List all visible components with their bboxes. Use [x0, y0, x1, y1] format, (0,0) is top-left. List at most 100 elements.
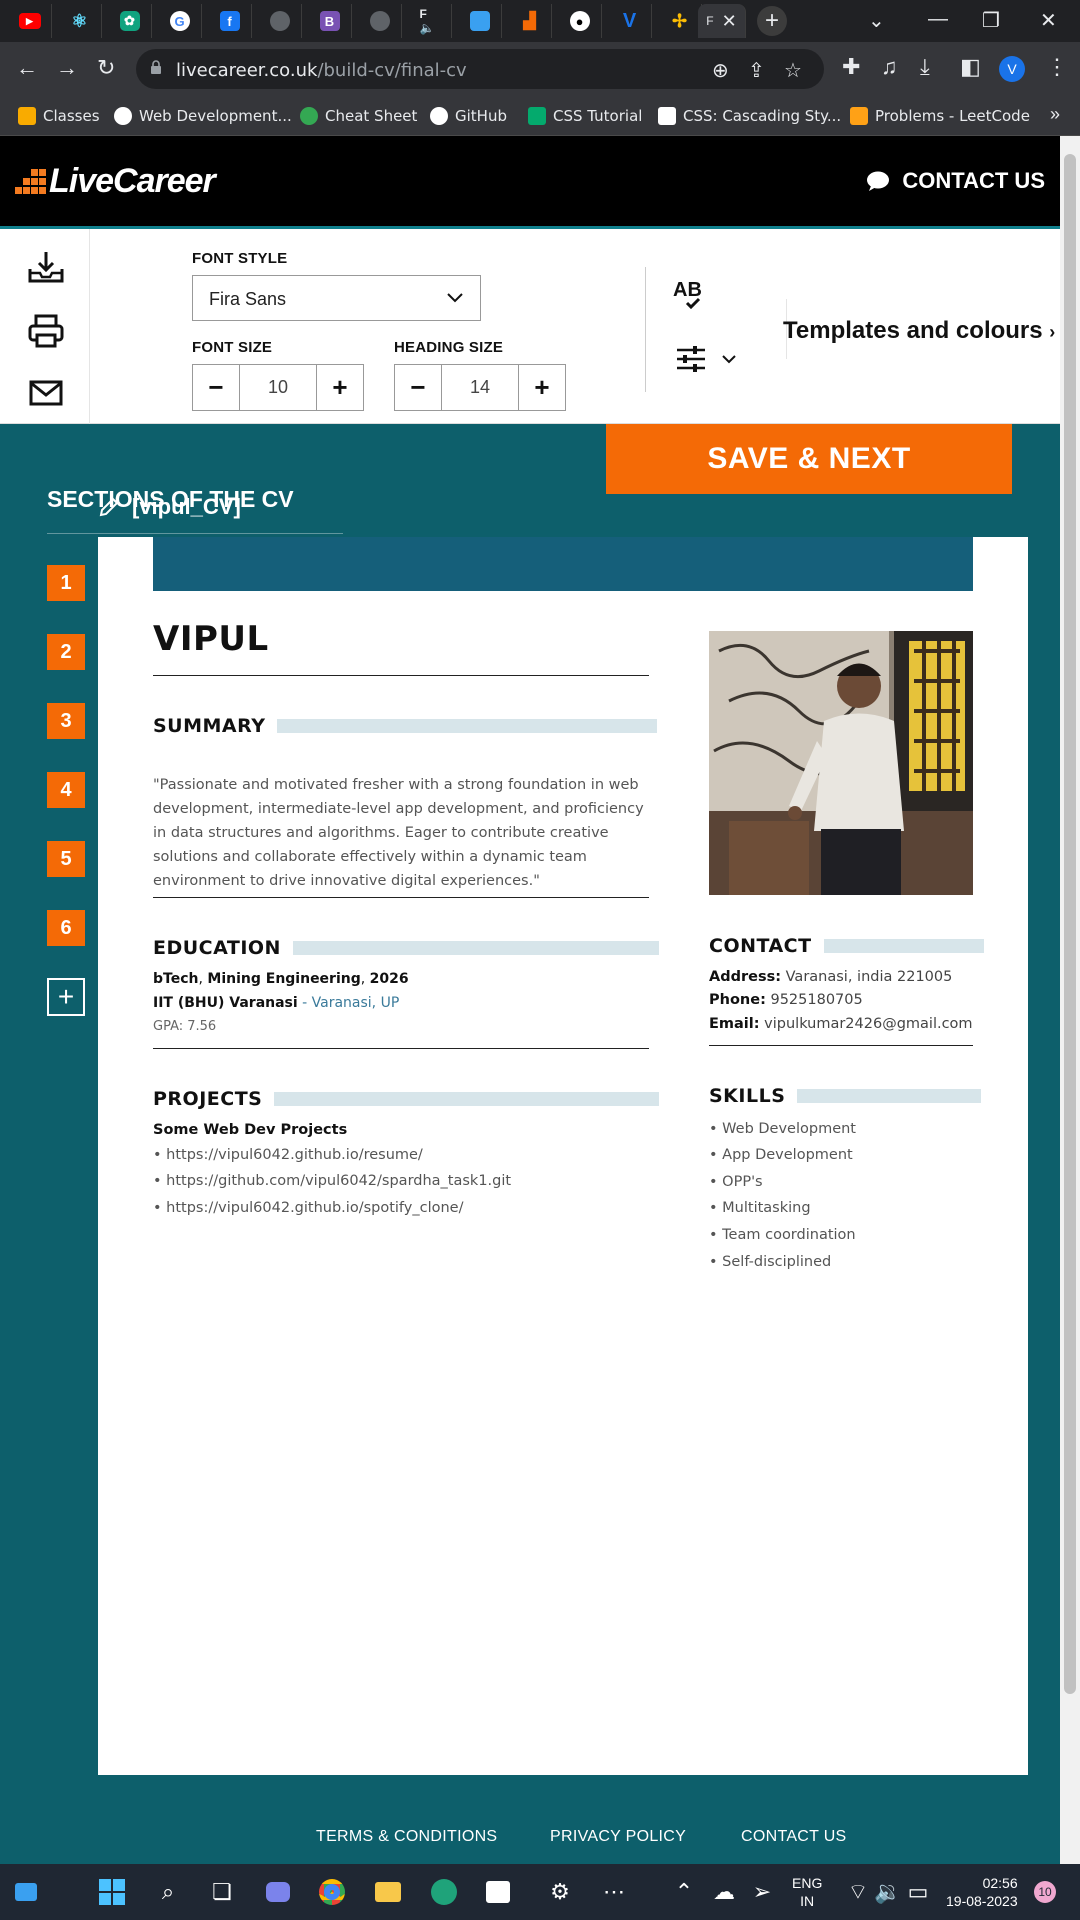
- font-size-decrease-button[interactable]: −: [193, 365, 239, 410]
- education-heading[interactable]: EDUCATION: [153, 937, 659, 959]
- notification-badge[interactable]: 10: [1034, 1881, 1056, 1903]
- contact-address[interactable]: Address: Varanasi, india 221005: [709, 969, 952, 985]
- reload-icon[interactable]: ↻: [97, 55, 115, 81]
- bookmark-star-icon[interactable]: ☆: [784, 58, 802, 83]
- forward-icon[interactable]: →: [56, 55, 78, 81]
- restore-icon[interactable]: ❐: [982, 8, 1000, 33]
- tab-globe-1[interactable]: [258, 4, 302, 38]
- widgets-icon[interactable]: [10, 1876, 42, 1908]
- profile-photo[interactable]: [709, 631, 973, 895]
- spellcheck-button[interactable]: AB: [673, 279, 702, 309]
- tab-chatgpt[interactable]: ✿: [108, 4, 152, 38]
- footer-terms-link[interactable]: TERMS & CONDITIONS: [316, 1828, 497, 1846]
- scrollbar-thumb[interactable]: [1064, 154, 1076, 1694]
- section-nav-2[interactable]: 2: [47, 634, 85, 670]
- tab-pinwheel[interactable]: ✢: [658, 4, 702, 38]
- education-institution[interactable]: IIT (BHU) Varanasi - Varanasi, UP: [153, 995, 399, 1011]
- download-tray-icon[interactable]: [26, 249, 66, 285]
- tab-v[interactable]: V: [608, 4, 652, 38]
- tab-facebook[interactable]: f: [208, 4, 252, 38]
- project-item[interactable]: • https://vipul6042.github.io/spotify_cl…: [153, 1200, 463, 1216]
- minimize-icon[interactable]: —: [928, 8, 948, 31]
- battery-icon[interactable]: ▭: [902, 1876, 934, 1908]
- share-icon[interactable]: ⇪: [748, 58, 765, 83]
- bookmark-css-tutorial[interactable]: CSS Tutorial: [528, 103, 642, 129]
- more-apps-icon[interactable]: ⋯: [598, 1876, 630, 1908]
- settings-gear-icon[interactable]: ⚙: [544, 1876, 576, 1908]
- section-nav-5[interactable]: 5: [47, 841, 85, 877]
- section-nav-1[interactable]: 1: [47, 565, 85, 601]
- add-section-button[interactable]: +: [47, 978, 85, 1016]
- save-and-next-button[interactable]: SAVE & NEXT: [606, 424, 1012, 494]
- profile-avatar[interactable]: V: [999, 56, 1025, 82]
- templates-and-colours-button[interactable]: Templates and colours ›: [783, 317, 1055, 345]
- close-window-icon[interactable]: ✕: [1040, 8, 1057, 33]
- email-icon[interactable]: [26, 375, 66, 411]
- zoom-icon[interactable]: ⊕: [712, 58, 729, 83]
- skill-item[interactable]: • Web Development: [709, 1121, 856, 1137]
- skill-item[interactable]: • Self-disciplined: [709, 1254, 831, 1270]
- summary-heading[interactable]: SUMMARY: [153, 715, 658, 737]
- edge-icon[interactable]: [428, 1876, 460, 1908]
- tab-search-chevron-icon[interactable]: ⌄: [868, 8, 885, 33]
- media-control-icon[interactable]: ♫: [881, 54, 898, 80]
- education-degree[interactable]: bTech, Mining Engineering, 2026: [153, 971, 409, 987]
- skill-item[interactable]: • OPP's: [709, 1174, 763, 1190]
- skill-item[interactable]: • App Development: [709, 1147, 853, 1163]
- cv-name[interactable]: VIPUL: [153, 619, 269, 659]
- font-style-select[interactable]: Fira Sans: [192, 275, 481, 321]
- bookmark-github[interactable]: GitHub: [430, 103, 507, 129]
- tab-bootstrap[interactable]: B: [308, 4, 352, 38]
- search-icon[interactable]: ⌕: [152, 1876, 184, 1908]
- tab-bars[interactable]: ▟: [508, 4, 552, 38]
- menu-kebab-icon[interactable]: ⋮: [1046, 54, 1068, 80]
- livecareer-logo[interactable]: LiveCareer: [15, 162, 216, 201]
- project-item[interactable]: • https://github.com/vipul6042/spardha_t…: [153, 1173, 511, 1189]
- extensions-icon[interactable]: ✚: [842, 54, 860, 80]
- onedrive-icon[interactable]: ☁: [708, 1876, 740, 1908]
- contact-phone[interactable]: Phone: 9525180705: [709, 992, 863, 1008]
- store-icon[interactable]: [482, 1876, 514, 1908]
- heading-size-value[interactable]: 14: [441, 365, 519, 410]
- new-tab-button[interactable]: +: [757, 6, 787, 36]
- heading-size-increase-button[interactable]: +: [519, 365, 565, 410]
- bookmark-classes[interactable]: Classes: [18, 103, 100, 129]
- footer-privacy-link[interactable]: PRIVACY POLICY: [550, 1828, 686, 1846]
- wifi-icon[interactable]: ⌔: [842, 1876, 874, 1908]
- close-tab-icon[interactable]: ✕: [722, 11, 737, 32]
- page-scrollbar[interactable]: [1060, 136, 1080, 1864]
- projects-heading[interactable]: PROJECTS: [153, 1088, 660, 1110]
- heading-size-decrease-button[interactable]: −: [395, 365, 441, 410]
- skills-heading[interactable]: SKILLS: [709, 1085, 982, 1107]
- bookmark-leetcode[interactable]: Problems - LeetCode: [850, 103, 1030, 129]
- bookmark-web-development[interactable]: Web Development...: [114, 103, 292, 129]
- education-gpa[interactable]: GPA: 7.56: [153, 1019, 216, 1034]
- tab-app[interactable]: [458, 4, 502, 38]
- start-icon[interactable]: [96, 1876, 128, 1908]
- teams-chat-icon[interactable]: [262, 1876, 294, 1908]
- section-nav-3[interactable]: 3: [47, 703, 85, 739]
- tab-active[interactable]: F ✕: [698, 4, 746, 38]
- cv-filename[interactable]: [vipul_CV]: [98, 494, 241, 520]
- skill-item[interactable]: • Team coordination: [709, 1227, 856, 1243]
- section-nav-4[interactable]: 4: [47, 772, 85, 808]
- project-item[interactable]: • https://vipul6042.github.io/resume/: [153, 1147, 423, 1163]
- address-bar[interactable]: livecareer.co.uk/build-cv/final-cv ⊕ ⇪ ☆: [136, 49, 824, 89]
- tab-audio[interactable]: F 🔈: [408, 4, 452, 38]
- settings-dropdown[interactable]: [675, 345, 737, 373]
- send-icon[interactable]: ➢: [746, 1876, 778, 1908]
- contact-email[interactable]: Email: vipulkumar2426@gmail.com: [709, 1016, 973, 1032]
- font-size-value[interactable]: 10: [239, 365, 317, 410]
- tab-react[interactable]: ⚛: [58, 4, 102, 38]
- chevron-up-icon[interactable]: ⌃: [668, 1876, 700, 1908]
- chrome-icon[interactable]: [316, 1876, 348, 1908]
- font-size-increase-button[interactable]: +: [317, 365, 363, 410]
- clock[interactable]: 02:56 19-08-2023: [946, 1874, 1018, 1910]
- section-nav-6[interactable]: 6: [47, 910, 85, 946]
- bookmark-css-mdn[interactable]: CSS: Cascading Sty...: [658, 103, 841, 129]
- projects-subtitle[interactable]: Some Web Dev Projects: [153, 1122, 347, 1138]
- download-icon[interactable]: ⤓: [920, 54, 930, 80]
- contact-heading[interactable]: CONTACT: [709, 935, 984, 957]
- volume-icon[interactable]: 🔉: [872, 1876, 904, 1908]
- skill-item[interactable]: • Multitasking: [709, 1200, 811, 1216]
